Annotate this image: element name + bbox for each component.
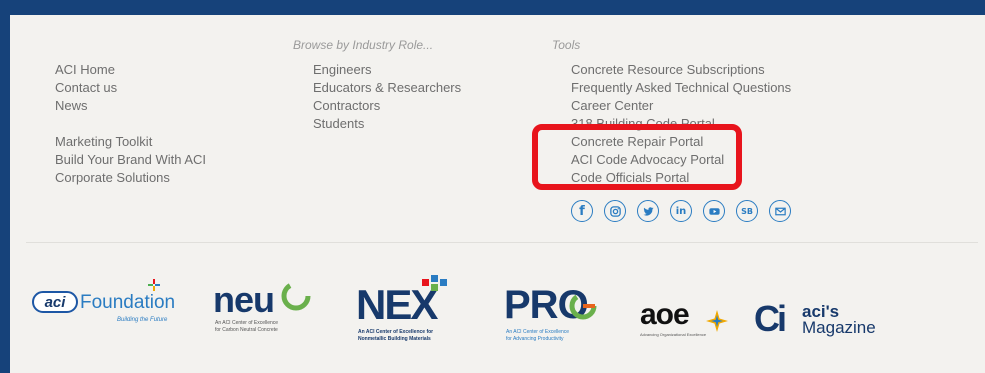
email-icon[interactable] <box>769 200 791 222</box>
linkedin-icon[interactable]: in <box>670 200 692 222</box>
pro-ring-icon <box>569 292 597 320</box>
link-engineers[interactable]: Engineers <box>313 61 372 79</box>
nex-caption-1: An ACI Center of Excellence for <box>358 329 434 335</box>
logo-aci-foundation[interactable]: aci Foundation Building the Future <box>32 279 182 335</box>
logo-ci-magazine[interactable]: Ci aci's Magazine <box>754 298 914 342</box>
column-heading-industry-role: Browse by Industry Role... <box>293 38 434 52</box>
nex-squares-icon <box>422 275 447 291</box>
link-contractors[interactable]: Contractors <box>313 97 380 115</box>
link-build-your-brand[interactable]: Build Your Brand With ACI <box>55 151 206 169</box>
foundation-plus-icon <box>148 279 160 291</box>
column-heading-tools: Tools <box>552 38 581 52</box>
link-news[interactable]: News <box>55 97 88 115</box>
logo-nex[interactable]: NEX An ACI Center of Excellence for Nonm… <box>356 273 471 345</box>
link-educators-researchers[interactable]: Educators & Researchers <box>313 79 461 97</box>
ci-mark: Ci <box>754 298 787 339</box>
aoe-caption: Advancing Organizational Excellence <box>640 332 707 337</box>
link-career-center[interactable]: Career Center <box>571 97 653 115</box>
link-marketing-toolkit[interactable]: Marketing Toolkit <box>55 133 152 151</box>
link-faq-technical[interactable]: Frequently Asked Technical Questions <box>571 79 791 97</box>
instagram-icon[interactable] <box>604 200 626 222</box>
link-students[interactable]: Students <box>313 115 364 133</box>
smartbrief-icon[interactable]: SB <box>736 200 758 222</box>
neu-caption-1: An ACI Center of Excellence <box>215 320 279 326</box>
highlight-annotation-box <box>532 124 742 190</box>
neu-caption-2: for Carbon Neutral Concrete <box>215 327 278 333</box>
footer-divider <box>26 242 978 243</box>
neu-wordmark: neu <box>213 279 275 320</box>
pro-caption-2: for Advancing Productivity <box>506 336 564 342</box>
neu-ring-icon <box>281 281 311 311</box>
nex-caption-2: Nonmetallic Building Materials <box>358 336 431 342</box>
twitter-icon[interactable] <box>637 200 659 222</box>
logo-pro[interactable]: PRO An ACI Center of Excellence for Adva… <box>504 283 604 349</box>
magazine-name-line-2: Magazine <box>802 318 876 337</box>
pro-caption-1: An ACI Center of Excellence <box>506 329 570 335</box>
aoe-star-icon <box>706 310 728 332</box>
logo-aoe[interactable]: aoe Advancing Organizational Excellence <box>630 298 740 344</box>
link-contact-us[interactable]: Contact us <box>55 79 117 97</box>
foundation-wordmark: Foundation <box>80 292 176 313</box>
foundation-tagline: Building the Future <box>117 317 168 323</box>
link-corporate-solutions[interactable]: Corporate Solutions <box>55 169 170 187</box>
link-aci-home[interactable]: ACI Home <box>55 61 115 79</box>
facebook-icon[interactable]: f <box>571 200 593 222</box>
link-concrete-resource-subscriptions[interactable]: Concrete Resource Subscriptions <box>571 61 765 79</box>
footer-panel: ACI Home Contact us News Marketing Toolk… <box>10 15 985 373</box>
youtube-icon[interactable] <box>703 200 725 222</box>
social-links: f in SB <box>571 200 791 222</box>
logo-neu[interactable]: neu An ACI Center of Excellence for Carb… <box>213 277 323 339</box>
aoe-wordmark: aoe <box>640 298 690 331</box>
foundation-badge-text: aci <box>44 293 66 311</box>
